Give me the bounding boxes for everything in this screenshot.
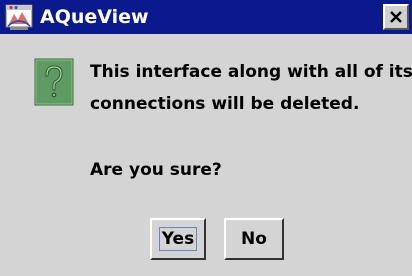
aqueview-app-icon [4,2,34,32]
confirmation-question: Are you sure? [90,160,222,180]
title-bar[interactable]: AQueView [0,0,412,34]
no-button-label: No [241,229,267,249]
close-icon [390,11,402,23]
message-line: This interface along with all of its [90,62,412,82]
window-title: AQueView [40,6,149,28]
close-button[interactable] [383,4,409,30]
message-line: connections will be deleted. [90,94,360,114]
confirm-dialog: AQueView This interface along with all o… [0,0,412,276]
yes-button-label: Yes [161,229,195,249]
question-mark-icon [34,58,74,106]
no-button[interactable]: No [224,218,284,260]
yes-button[interactable]: Yes [150,218,206,260]
